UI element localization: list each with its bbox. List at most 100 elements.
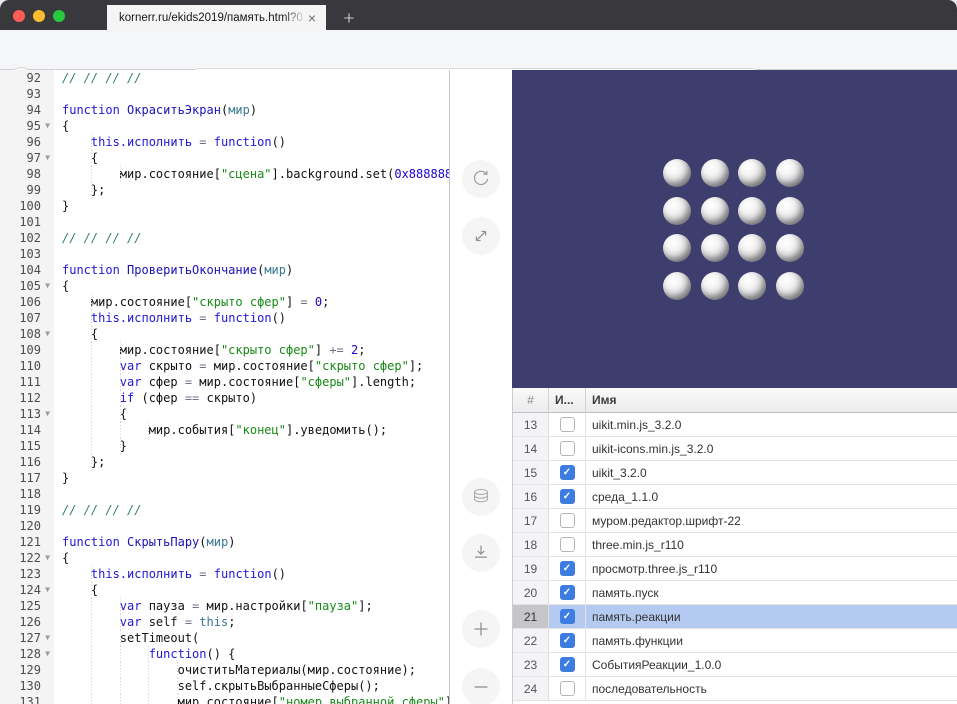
zoom-window-button[interactable] [53, 10, 65, 22]
memory-sphere[interactable] [701, 234, 729, 262]
memory-sphere[interactable] [738, 159, 766, 187]
memory-sphere[interactable] [776, 234, 804, 262]
minus-button[interactable] [462, 668, 500, 704]
memory-sphere[interactable] [701, 197, 729, 225]
code-line[interactable]: { [54, 550, 449, 566]
memory-sphere[interactable] [738, 272, 766, 300]
fold-arrow-icon[interactable]: ▼ [41, 326, 54, 342]
memory-sphere[interactable] [663, 234, 691, 262]
file-name[interactable]: муром.редактор.шрифт-22 [586, 509, 957, 532]
used-checkbox[interactable] [560, 561, 575, 576]
code-line[interactable] [54, 246, 449, 262]
fold-arrow-icon[interactable]: ▼ [41, 150, 54, 166]
used-checkbox[interactable] [560, 681, 575, 696]
code-line[interactable]: if (сфер == скрыто) [54, 390, 449, 406]
used-checkbox[interactable] [560, 489, 575, 504]
code-line[interactable]: // // // // [54, 230, 449, 246]
memory-sphere[interactable] [738, 197, 766, 225]
code-line[interactable]: function() { [54, 646, 449, 662]
code-line[interactable]: }; [54, 454, 449, 470]
code-line[interactable]: this.исполнить = function() [54, 566, 449, 582]
file-name[interactable]: память.реакции [586, 605, 957, 628]
3d-viewport[interactable] [512, 70, 957, 388]
code-line[interactable]: setTimeout( [54, 630, 449, 646]
code-line[interactable]: var пауза = мир.настройки["пауза"]; [54, 598, 449, 614]
code-line[interactable]: function ОкраситьЭкран(мир) [54, 102, 449, 118]
code-line[interactable]: this.исполнить = function() [54, 310, 449, 326]
code-line[interactable]: var скрыто = мир.состояние["скрыто сфер"… [54, 358, 449, 374]
file-name[interactable]: uikit_3.2.0 [586, 461, 957, 484]
memory-sphere[interactable] [663, 197, 691, 225]
code-line[interactable]: { [54, 278, 449, 294]
code-line[interactable]: очиститьМатериалы(мир.состояние); [54, 662, 449, 678]
fold-arrow-icon[interactable]: ▼ [41, 630, 54, 646]
memory-sphere[interactable] [776, 272, 804, 300]
table-row[interactable]: 17муром.редактор.шрифт-22 [513, 509, 957, 533]
table-row[interactable]: 19просмотр.three.js_r110 [513, 557, 957, 581]
close-window-button[interactable] [13, 10, 25, 22]
code-line[interactable]: var сфер = мир.состояние["сферы"].length… [54, 374, 449, 390]
file-name[interactable]: память.пуск [586, 581, 957, 604]
memory-sphere[interactable] [701, 272, 729, 300]
code-editor[interactable]: 92939495▼9697▼9899100101102103104105▼106… [0, 70, 450, 704]
code-line[interactable]: var self = this; [54, 614, 449, 630]
code-line[interactable] [54, 486, 449, 502]
used-checkbox[interactable] [560, 609, 575, 624]
code-line[interactable]: { [54, 582, 449, 598]
fold-arrow-icon[interactable]: ▼ [41, 118, 54, 134]
used-checkbox[interactable] [560, 585, 575, 600]
code-line[interactable]: function ПроверитьОкончание(мир) [54, 262, 449, 278]
code-line[interactable]: { [54, 326, 449, 342]
refresh-button[interactable] [462, 160, 500, 198]
code-line[interactable]: мир.состояние["скрыто сфер"] = 0; [54, 294, 449, 310]
code-line[interactable]: { [54, 118, 449, 134]
used-checkbox[interactable] [560, 465, 575, 480]
editor-code-area[interactable]: // // // //function ОкраситьЭкран(мир){ … [54, 70, 449, 704]
download-button[interactable] [462, 534, 500, 572]
memory-sphere[interactable] [663, 159, 691, 187]
table-row[interactable]: 21память.реакции [513, 605, 957, 629]
new-tab-button[interactable] [336, 5, 362, 30]
plus-button[interactable] [462, 610, 500, 648]
file-name[interactable]: последовательность [586, 677, 957, 700]
expand-button[interactable] [462, 217, 500, 255]
code-line[interactable]: // // // // [54, 70, 449, 86]
fold-arrow-icon[interactable]: ▼ [41, 582, 54, 598]
browser-tab[interactable]: kornerr.ru/ekids2019/память.html?0 × [107, 5, 326, 30]
memory-sphere[interactable] [776, 159, 804, 187]
code-line[interactable]: мир.состояние["сцена"].background.set(0x… [54, 166, 449, 182]
table-row[interactable]: 13uikit.min.js_3.2.0 [513, 413, 957, 437]
code-line[interactable]: } [54, 198, 449, 214]
table-row[interactable]: 16среда_1.1.0 [513, 485, 957, 509]
fold-arrow-icon[interactable]: ▼ [41, 406, 54, 422]
code-line[interactable]: self.скрытьВыбранныеСферы(); [54, 678, 449, 694]
table-row[interactable]: 24последовательность [513, 677, 957, 701]
memory-sphere[interactable] [663, 272, 691, 300]
code-line[interactable]: // // // // [54, 502, 449, 518]
fold-arrow-icon[interactable]: ▼ [41, 278, 54, 294]
code-line[interactable]: мир.события["конец"].уведомить(); [54, 422, 449, 438]
used-checkbox[interactable] [560, 417, 575, 432]
file-name[interactable]: СобытияРеакции_1.0.0 [586, 653, 957, 676]
file-name[interactable]: three.min.js_r110 [586, 533, 957, 556]
code-line[interactable]: { [54, 150, 449, 166]
table-row[interactable]: 18three.min.js_r110 [513, 533, 957, 557]
code-line[interactable] [54, 214, 449, 230]
tab-close-icon[interactable]: × [306, 11, 318, 25]
table-row[interactable]: 22память.функции [513, 629, 957, 653]
code-line[interactable]: this.исполнить = function() [54, 134, 449, 150]
memory-sphere[interactable] [738, 234, 766, 262]
code-line[interactable]: мир.состояние["скрыто сфер"] += 2; [54, 342, 449, 358]
table-row[interactable]: 23СобытияРеакции_1.0.0 [513, 653, 957, 677]
file-name[interactable]: память.функции [586, 629, 957, 652]
file-name[interactable]: uikit.min.js_3.2.0 [586, 413, 957, 436]
code-line[interactable]: } [54, 438, 449, 454]
fold-arrow-icon[interactable]: ▼ [41, 550, 54, 566]
table-row[interactable]: 15uikit_3.2.0 [513, 461, 957, 485]
code-line[interactable]: }; [54, 182, 449, 198]
used-checkbox[interactable] [560, 633, 575, 648]
code-line[interactable] [54, 86, 449, 102]
minimize-window-button[interactable] [33, 10, 45, 22]
database-button[interactable] [462, 478, 500, 516]
code-line[interactable]: } [54, 470, 449, 486]
